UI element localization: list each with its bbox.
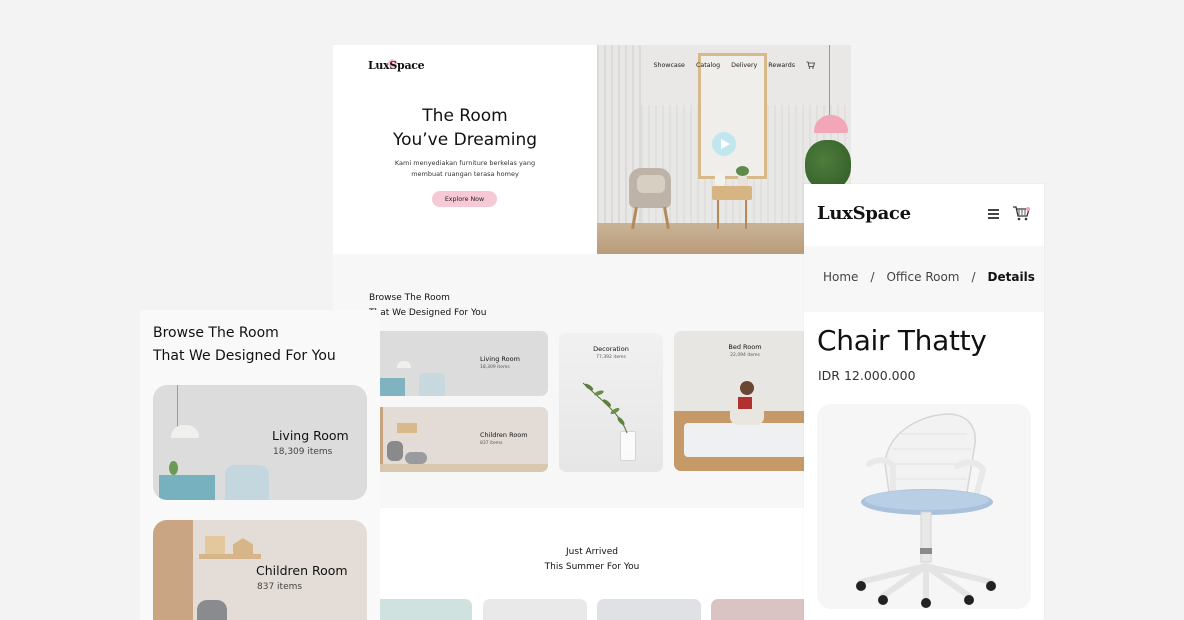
card-count: 837 items: [480, 441, 503, 446]
table-leg: [717, 200, 719, 229]
lamp: [397, 361, 411, 368]
room-card-living[interactable]: Living Room 18,309 items: [153, 385, 367, 500]
logo-text: pace: [865, 203, 911, 224]
browse-section-title: Browse The Room That We Designed For You: [369, 291, 487, 321]
floor: [369, 464, 548, 472]
plant: [736, 166, 749, 176]
room-card-decoration[interactable]: Decoration 77,392 items: [559, 333, 663, 472]
section-title-line: That We Designed For You: [153, 348, 336, 364]
office-chair-illustration: [856, 413, 996, 608]
card-title: Children Room: [256, 563, 348, 578]
card-title: Bed Room: [728, 343, 762, 351]
toy-whale: [405, 452, 427, 464]
just-arrived-title: Just Arrived This Summer For You: [333, 545, 851, 575]
card-count: 18,309 items: [273, 447, 333, 457]
section-title-line: This Summer For You: [544, 562, 640, 572]
shelf: [397, 423, 417, 433]
card-count: 18,309 items: [480, 365, 510, 370]
lamp-cord: [829, 45, 830, 117]
top-navigation: Showcase Catalog Delivery Rewards: [653, 61, 816, 69]
mobile-browse-mockup: Browse The Room That We Designed For You…: [140, 310, 380, 620]
nav-link-catalog[interactable]: Catalog: [696, 62, 720, 69]
product-card[interactable]: [368, 599, 472, 620]
cart-icon[interactable]: [1012, 205, 1030, 221]
product-image[interactable]: [817, 404, 1031, 609]
room-card-children[interactable]: Children Room 837 items: [153, 520, 367, 620]
product-title: Chair Thatty: [817, 324, 987, 357]
card-count: 837 items: [257, 582, 303, 592]
plant-branch: [582, 382, 628, 434]
card-title: Decoration: [593, 345, 629, 353]
vase: [715, 171, 725, 186]
brand-logo[interactable]: Lux Space: [368, 59, 425, 72]
book: [738, 397, 752, 409]
card-title: Children Room: [480, 431, 528, 439]
logo-text: S: [852, 203, 866, 224]
browse-section-title: Browse The Room That We Designed For You: [153, 322, 336, 368]
large-plant: [805, 140, 851, 190]
room-card-living[interactable]: Living Room 18,309 items: [369, 331, 548, 396]
cart-icon[interactable]: [806, 61, 816, 69]
section-title-line: Just Arrived: [566, 547, 618, 557]
armchair: [225, 465, 269, 500]
pendant-lamp: [171, 425, 199, 438]
card-title: Living Room: [272, 428, 349, 443]
picture-frame: [698, 53, 767, 179]
play-icon[interactable]: [712, 132, 736, 156]
nav-link-showcase[interactable]: Showcase: [653, 62, 684, 69]
plush-toy: [387, 441, 403, 461]
plant: [169, 461, 178, 475]
desktop-mockup: Lux Space The Room You’ve Dreaming Kami m…: [333, 45, 851, 620]
table-leg: [745, 200, 747, 229]
toy-house: [233, 538, 253, 554]
breadcrumb-separator: /: [971, 270, 976, 284]
card-count: 22,094 items: [730, 353, 760, 358]
card-title: Living Room: [480, 355, 520, 363]
person-head: [740, 381, 754, 395]
armchair-cushion: [637, 175, 665, 193]
wall-shelf: [199, 554, 261, 559]
glass-vase: [620, 431, 636, 461]
room-card-children[interactable]: Children Room 837 items: [369, 407, 548, 472]
teal-cabinet: [379, 378, 405, 396]
hero-title-line: You’ve Dreaming: [392, 130, 538, 150]
product-card[interactable]: [711, 599, 815, 620]
toy-box: [205, 536, 225, 554]
brand-logo[interactable]: Lux Space: [817, 203, 911, 224]
logo-text: S: [389, 59, 398, 72]
hero-title: The Room You’ve Dreaming: [333, 104, 597, 152]
breadcrumb: Home / Office Room / Details: [823, 270, 1035, 284]
hero-text-panel: Lux Space The Room You’ve Dreaming Kami m…: [333, 45, 597, 254]
logo-text: pace: [397, 59, 425, 72]
hero-title-line: The Room: [422, 106, 508, 126]
side-table: [712, 186, 752, 200]
explore-now-button[interactable]: Explore Now: [432, 191, 497, 207]
hero-subtitle-line: membuat ruangan terasa homey: [411, 170, 519, 178]
card-count: 77,392 items: [596, 355, 626, 360]
product-card[interactable]: [597, 599, 701, 620]
hero-subtitle: Kami menyediakan furniture berkelas yang…: [383, 158, 547, 180]
bed-sheets: [684, 423, 824, 457]
breadcrumb-home[interactable]: Home: [823, 270, 858, 284]
hero-subtitle-line: Kami menyediakan furniture berkelas yang: [394, 159, 536, 167]
breadcrumb-office-room[interactable]: Office Room: [886, 270, 959, 284]
section-title-line: Browse The Room: [153, 325, 279, 341]
section-title-line: That We Designed For You: [369, 308, 487, 318]
nav-link-rewards[interactable]: Rewards: [768, 62, 795, 69]
logo-text: Lux: [368, 59, 390, 72]
product-card[interactable]: [483, 599, 587, 620]
section-title-line: Browse The Room: [369, 293, 450, 303]
logo-text: Lux: [817, 203, 853, 224]
armchair: [419, 373, 445, 396]
breadcrumb-current: Details: [987, 270, 1035, 284]
hamburger-icon[interactable]: [988, 209, 999, 219]
nav-link-delivery[interactable]: Delivery: [731, 62, 757, 69]
mobile-product-details-mockup: Lux Space Home / Office Room / Details Ch…: [804, 184, 1044, 620]
wood-wall: [153, 520, 193, 620]
teal-cabinet: [159, 475, 215, 500]
product-price: IDR 12.000.000: [818, 368, 916, 383]
plush-toy: [197, 600, 227, 620]
lamp-cord: [177, 385, 178, 430]
breadcrumb-separator: /: [870, 270, 875, 284]
